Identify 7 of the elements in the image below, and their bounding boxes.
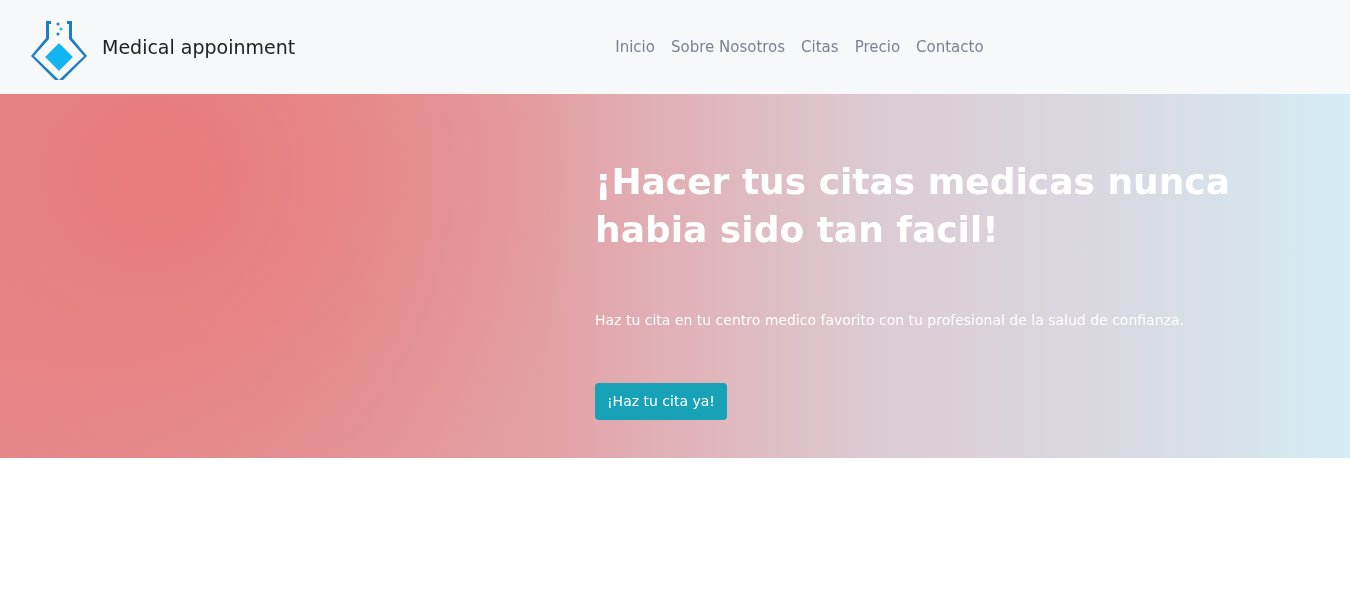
brand-name: Medical appoinment [102, 34, 296, 60]
nav-link[interactable]: Contacto [916, 35, 984, 59]
appointment-button[interactable]: ¡Haz tu cita ya! [595, 383, 727, 420]
nav-link[interactable]: Citas [801, 35, 839, 59]
nav-link[interactable]: Inicio [615, 35, 655, 59]
nav-link[interactable]: Sobre Nosotros [670, 35, 786, 59]
nav-link[interactable]: Precio [854, 35, 901, 59]
